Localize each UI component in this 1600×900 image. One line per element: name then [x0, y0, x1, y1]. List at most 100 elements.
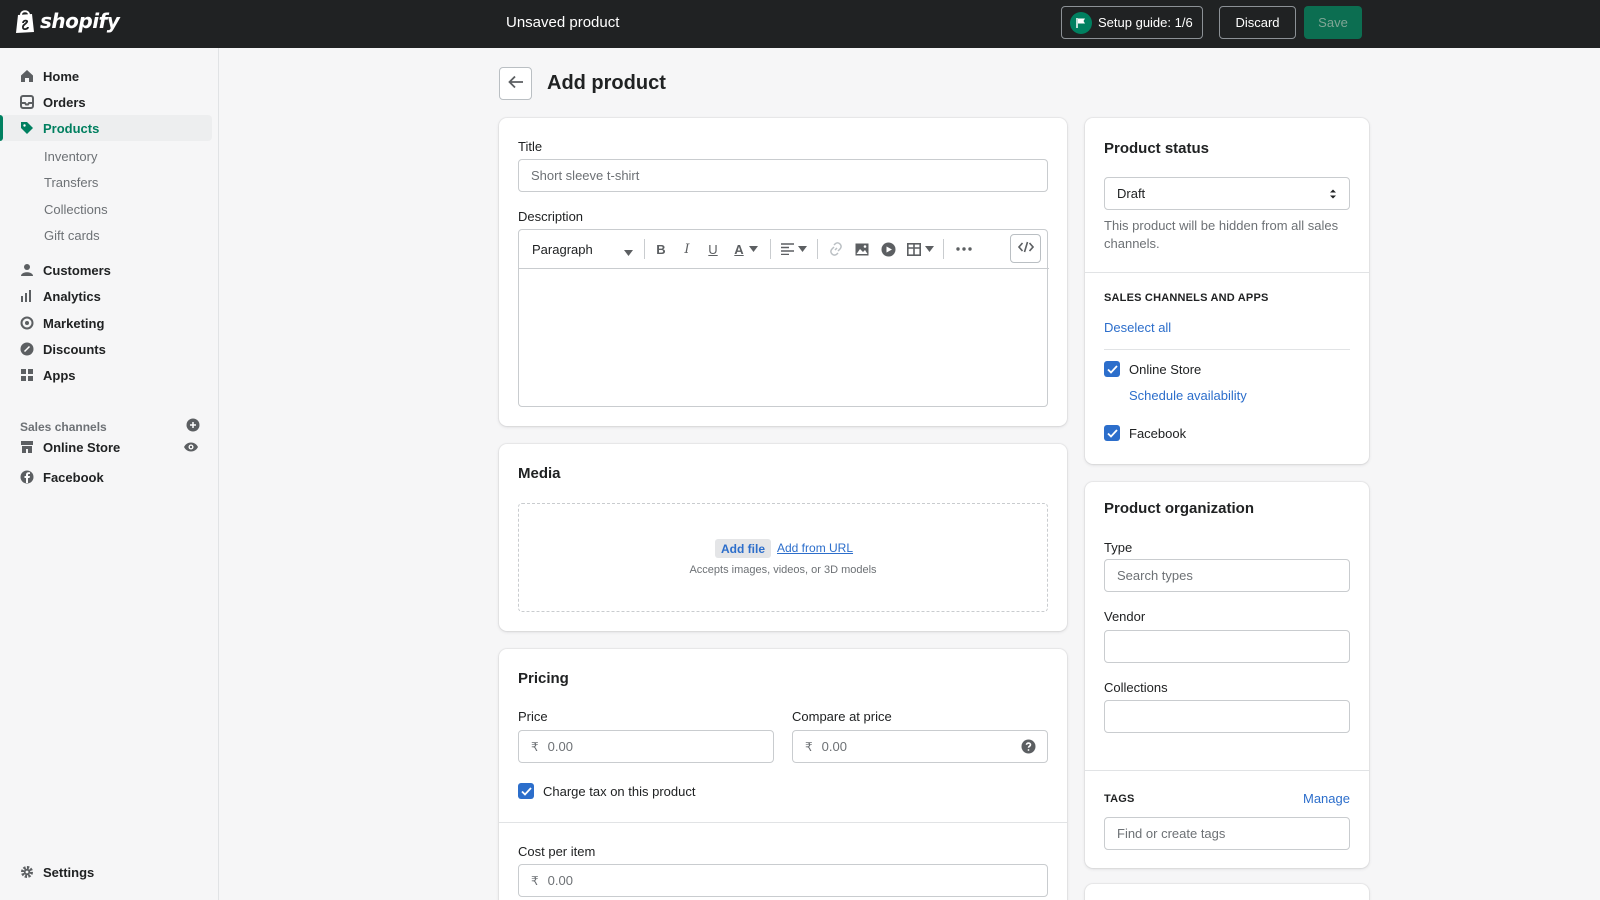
back-button[interactable]	[499, 67, 532, 100]
image-icon[interactable]	[853, 240, 871, 258]
next-card	[1085, 884, 1369, 900]
media-title: Media	[518, 465, 561, 482]
collections-label: Collections	[1104, 680, 1168, 695]
setup-guide-button[interactable]: Setup guide: 1/6	[1061, 6, 1203, 39]
code-view-button[interactable]	[1010, 234, 1041, 263]
sidebar-item-discounts[interactable]: Discounts	[0, 336, 212, 362]
sidebar-item-customers[interactable]: Customers	[0, 257, 212, 283]
page-status-title: Unsaved product	[506, 14, 620, 31]
price-label: Price	[518, 709, 548, 724]
channels-divider	[1104, 349, 1350, 350]
description-label: Description	[518, 209, 584, 224]
arrow-left-icon	[507, 75, 524, 92]
compare-at-price-input[interactable]: ₹ 0.00	[792, 730, 1048, 763]
sidebar-item-products[interactable]: Products	[0, 115, 212, 141]
currency-symbol: ₹	[531, 739, 539, 754]
sidebar-item-marketing[interactable]: Marketing	[0, 310, 212, 336]
sidebar-item-home[interactable]: Home	[0, 63, 212, 89]
sidebar-subitem-gift-cards[interactable]: Gift cards	[44, 223, 100, 247]
tags-heading: TAGS	[1104, 793, 1135, 805]
discard-button[interactable]: Discard	[1219, 6, 1296, 39]
shopify-bag-icon	[14, 8, 36, 34]
link-icon[interactable]	[827, 240, 845, 258]
product-status-card	[1085, 118, 1369, 464]
brand-name: shopify	[40, 9, 120, 33]
deselect-all-link[interactable]: Deselect all	[1104, 320, 1171, 335]
schedule-availability-link[interactable]: Schedule availability	[1129, 388, 1247, 403]
sidebar-item-label: Facebook	[43, 469, 104, 485]
shopify-logo[interactable]: shopify	[14, 8, 120, 34]
apps-icon	[20, 368, 34, 382]
tags-input[interactable]: Find or create tags	[1104, 817, 1350, 850]
checkmark-icon	[1106, 362, 1118, 377]
sales-channels-label: Sales channels	[20, 419, 107, 434]
sidebar-item-apps[interactable]: Apps	[0, 362, 212, 388]
charge-tax-checkbox[interactable]	[518, 783, 534, 799]
sidebar-item-label: Customers	[43, 262, 111, 278]
sidebar-item-settings[interactable]: Settings	[0, 859, 212, 885]
bold-icon[interactable]: B	[652, 240, 670, 258]
save-button[interactable]: Save	[1304, 6, 1362, 39]
pricing-card	[499, 649, 1067, 900]
align-icon[interactable]	[779, 240, 809, 258]
product-status-title: Product status	[1104, 140, 1210, 157]
sidebar-item-orders[interactable]: Orders	[0, 89, 212, 115]
manage-tags-link[interactable]: Manage	[1303, 791, 1350, 806]
home-icon	[20, 69, 34, 83]
type-search-input[interactable]: Search types	[1104, 559, 1350, 592]
orders-icon	[20, 95, 34, 109]
sidebar-item-analytics[interactable]: Analytics	[0, 283, 212, 309]
add-from-url-link[interactable]: Add from URL	[777, 541, 853, 555]
sidebar-item-label: Home	[43, 68, 80, 84]
bar-chart-icon	[20, 289, 34, 303]
cost-per-item-input[interactable]: ₹ 0.00	[518, 864, 1048, 897]
type-label: Type	[1104, 540, 1133, 555]
vendor-label: Vendor	[1104, 609, 1146, 624]
sidebar-channel-online-store[interactable]: Online Store	[0, 434, 212, 460]
gear-icon	[20, 865, 34, 879]
help-icon[interactable]	[1021, 739, 1036, 757]
text-color-icon[interactable]: A	[730, 240, 762, 258]
facebook-checkbox[interactable]	[1104, 425, 1120, 441]
title-input[interactable]: Short sleeve t-shirt	[518, 159, 1048, 192]
title-label: Title	[518, 139, 543, 154]
sidebar-item-label: Products	[43, 120, 100, 136]
online-store-label: Online Store	[1129, 362, 1202, 377]
italic-icon[interactable]: I	[678, 240, 696, 258]
sidebar-item-label: Apps	[43, 367, 76, 383]
sidebar-subitem-transfers[interactable]: Transfers	[44, 170, 98, 194]
status-select[interactable]: Draft	[1104, 177, 1350, 210]
sidebar-channel-facebook[interactable]: Facebook	[0, 464, 212, 490]
checkmark-icon	[1106, 426, 1118, 441]
checkmark-icon	[520, 784, 532, 799]
media-dropzone[interactable]	[518, 503, 1048, 612]
status-divider	[1085, 272, 1369, 273]
video-icon[interactable]	[879, 240, 897, 258]
facebook-label: Facebook	[1129, 426, 1187, 441]
view-store-eye-icon[interactable]	[183, 440, 199, 457]
person-icon	[20, 263, 34, 277]
price-input[interactable]: ₹ 0.00	[518, 730, 774, 763]
add-channel-icon[interactable]	[186, 418, 200, 435]
table-icon[interactable]	[905, 240, 935, 258]
currency-symbol: ₹	[531, 873, 539, 888]
pricing-divider	[499, 822, 1067, 823]
sidebar-subitem-collections[interactable]: Collections	[44, 197, 108, 221]
underline-icon[interactable]: U	[704, 240, 722, 258]
sidebar-item-label: Settings	[43, 864, 95, 880]
add-file-button[interactable]: Add file	[715, 539, 771, 558]
currency-symbol: ₹	[805, 739, 813, 754]
paragraph-select[interactable]: Paragraph	[532, 240, 633, 258]
editor-toolbar: Paragraph B I U A	[519, 229, 1049, 269]
more-options-icon[interactable]	[955, 240, 973, 258]
collections-input[interactable]	[1104, 700, 1350, 733]
vendor-input[interactable]	[1104, 630, 1350, 663]
price-placeholder: 0.00	[547, 739, 573, 754]
sidebar-item-label: Orders	[43, 94, 86, 110]
product-organization-title: Product organization	[1104, 500, 1254, 517]
sidebar-item-label: Analytics	[43, 288, 101, 304]
tag-icon	[20, 121, 34, 135]
online-store-checkbox[interactable]	[1104, 361, 1120, 377]
sidebar-subitem-inventory[interactable]: Inventory	[44, 144, 97, 168]
sidebar-item-label: Marketing	[43, 315, 105, 331]
